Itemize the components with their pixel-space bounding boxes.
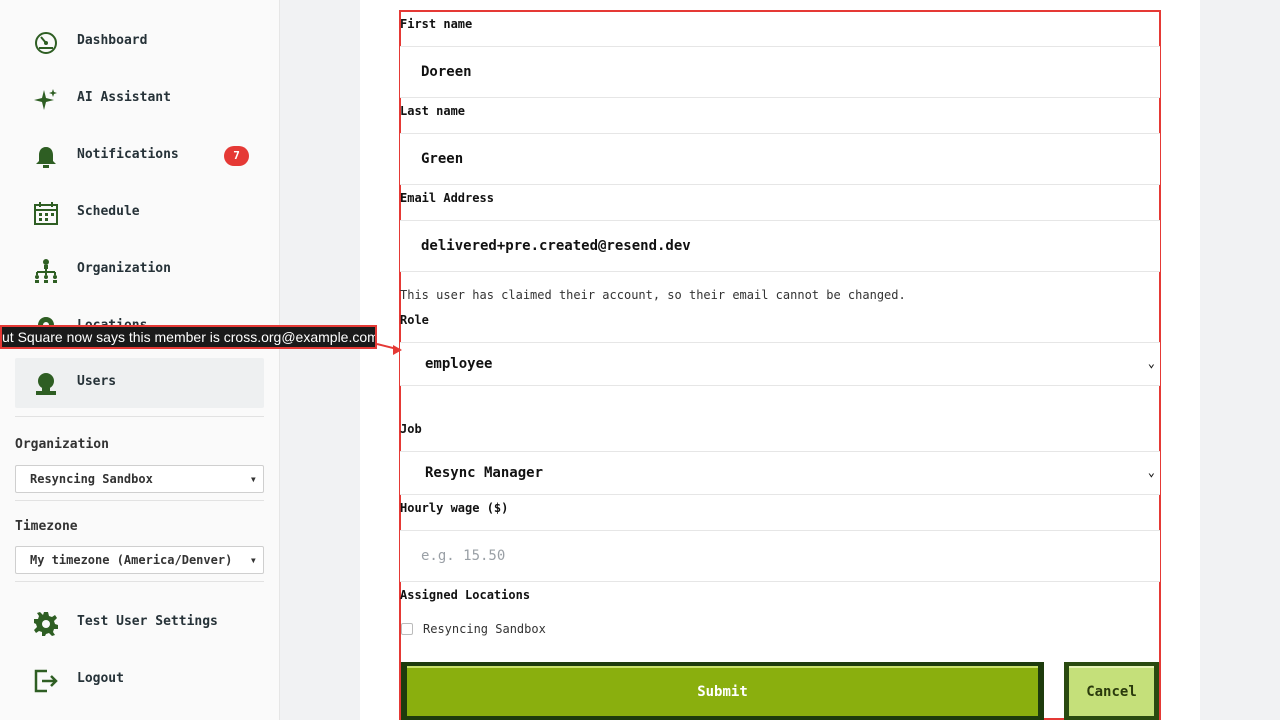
sidebar-item-label: Organization: [77, 261, 171, 276]
location-checkbox[interactable]: [401, 623, 413, 635]
sidebar-item-label: Notifications: [77, 147, 179, 162]
org-chart-icon: [33, 258, 59, 284]
cancel-button-label: Cancel: [1069, 666, 1154, 716]
logout-icon: [33, 668, 59, 694]
chevron-down-icon: ⌄: [1147, 356, 1155, 370]
sidebar-item-label: Logout: [77, 671, 124, 686]
sidebar-item-label: Schedule: [77, 204, 140, 219]
first-name-input[interactable]: Doreen: [400, 46, 1160, 98]
sidebar-divider: [15, 500, 264, 501]
notification-count-badge: 7: [224, 146, 249, 166]
sidebar-item-notifications[interactable]: Notifications 7: [15, 131, 264, 181]
last-name-label: Last name: [400, 104, 466, 118]
hourly-wage-input[interactable]: e.g. 15.50: [400, 530, 1160, 582]
job-select[interactable]: Resync Manager ⌄: [400, 451, 1160, 495]
first-name-label: First name: [400, 17, 473, 31]
timezone-label: Timezone: [15, 519, 78, 534]
sidebar-item-dashboard[interactable]: Dashboard: [15, 17, 264, 67]
overlay-banner: ut Square now says this member is cross.…: [0, 325, 377, 349]
dashboard-icon: [33, 30, 59, 56]
organization-label: Organization: [15, 437, 109, 452]
sidebar-divider: [15, 581, 264, 582]
email-locked-note: This user has claimed their account, so …: [400, 288, 906, 302]
hourly-wage-label: Hourly wage ($): [400, 501, 509, 515]
timezone-select[interactable]: My timezone (America/Denver) ▾: [15, 546, 264, 574]
sidebar-item-label: Users: [77, 374, 117, 389]
location-checkbox-row[interactable]: Resyncing Sandbox: [401, 622, 546, 636]
user-icon: [33, 371, 59, 397]
chevron-down-icon: ⌄: [1147, 465, 1155, 479]
chevron-down-icon: ▾: [249, 553, 257, 567]
banner-arrow-head: [393, 345, 402, 355]
last-name-input[interactable]: Green: [400, 133, 1160, 185]
sidebar-item-label: AI Assistant: [77, 90, 171, 105]
sidebar-item-label: Dashboard: [77, 33, 148, 48]
sidebar-item-test-user-settings[interactable]: Test User Settings: [15, 598, 264, 648]
sidebar: Dashboard AI Assistant Notifications 7 S…: [0, 0, 280, 720]
sidebar-item-users[interactable]: Users: [15, 358, 264, 408]
sidebar-item-ai-assistant[interactable]: AI Assistant: [15, 74, 264, 124]
assigned-locations-label: Assigned Locations: [400, 588, 531, 602]
job-select-value: Resync Manager: [425, 465, 544, 481]
email-input[interactable]: delivered+pre.created@resend.dev: [400, 220, 1160, 272]
submit-button[interactable]: Submit: [401, 662, 1044, 720]
email-label: Email Address: [400, 191, 494, 205]
sidebar-divider: [15, 416, 264, 417]
role-select-value: employee: [425, 356, 493, 372]
cancel-button[interactable]: Cancel: [1064, 662, 1159, 720]
organization-select[interactable]: Resyncing Sandbox ▾: [15, 465, 264, 493]
sidebar-item-organization[interactable]: Organization: [15, 245, 264, 295]
gear-icon: [33, 611, 59, 637]
role-select[interactable]: employee ⌄: [400, 342, 1160, 386]
sidebar-item-schedule[interactable]: Schedule: [15, 188, 264, 238]
bell-icon: [33, 144, 59, 170]
sidebar-item-logout[interactable]: Logout: [15, 655, 264, 705]
timezone-select-value: My timezone (America/Denver): [30, 553, 233, 567]
role-label: Role: [400, 313, 429, 327]
calendar-icon: [33, 201, 59, 227]
location-checkbox-label: Resyncing Sandbox: [423, 622, 546, 636]
sidebar-item-label: Test User Settings: [77, 614, 218, 629]
submit-button-label: Submit: [407, 666, 1038, 716]
chevron-down-icon: ▾: [249, 472, 257, 486]
sparkle-icon: [33, 87, 59, 113]
organization-select-value: Resyncing Sandbox: [30, 472, 153, 486]
job-label: Job: [400, 422, 422, 436]
